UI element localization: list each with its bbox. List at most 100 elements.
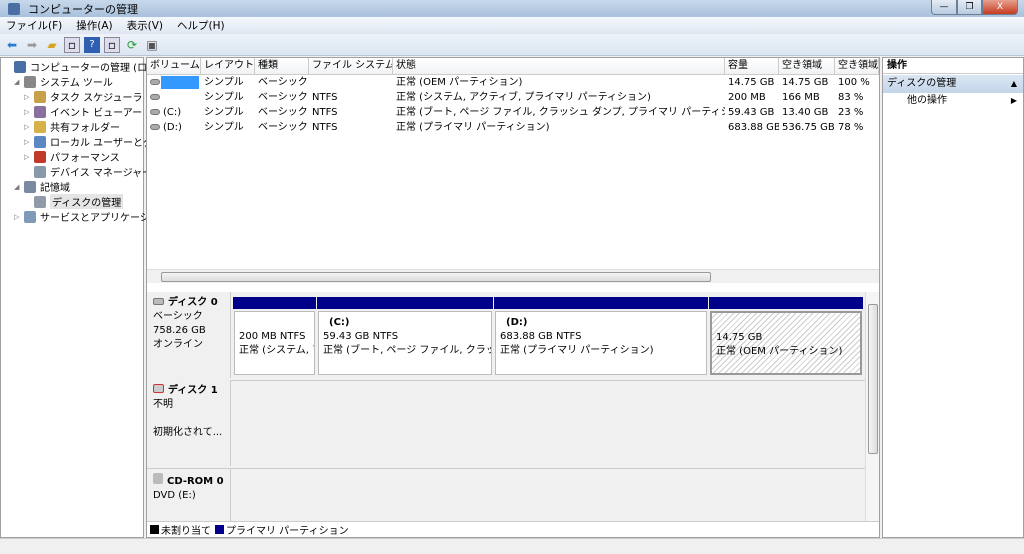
partition-type-bar — [317, 297, 493, 309]
partition-letter — [239, 317, 245, 328]
column-header[interactable]: 状態 — [393, 58, 725, 75]
partition-status: 正常 (OEM パーティション) — [716, 346, 843, 357]
tree-item[interactable]: ◢ 記憶域 — [14, 179, 70, 194]
tree-item-icon — [34, 120, 46, 133]
restore-button[interactable]: ❐ — [957, 0, 982, 15]
partition-letter: (C:) — [329, 317, 350, 328]
expand-arrow-icon[interactable]: ▷ — [24, 123, 34, 131]
horizontal-scrollbar[interactable] — [147, 269, 879, 283]
volume-cell: 59.43 GB — [728, 107, 775, 118]
close-button[interactable]: X — [982, 0, 1018, 15]
expand-arrow-icon[interactable]: ▷ — [14, 213, 24, 221]
properties-icon[interactable]: ▣ — [144, 37, 160, 53]
volume-cell: 200 MB — [728, 92, 766, 103]
tree-item[interactable]: コンピューターの管理 (ローカ — [4, 59, 167, 74]
volume-cell: 23 % — [838, 107, 864, 118]
tree-item[interactable]: ▷ ローカル ユーザーとグ — [24, 134, 153, 149]
tree-item[interactable]: ディスクの管理 — [24, 194, 124, 209]
volume-cell: ベーシック — [258, 77, 308, 88]
tree-item-icon — [34, 150, 46, 163]
partition-block[interactable]: (C:) 59.43 GB NTFS 正常 (ブート, ページ ファイル, クラッシ — [317, 297, 493, 375]
help-icon[interactable]: ? — [84, 36, 100, 53]
forward-icon[interactable]: ➡ — [24, 37, 40, 53]
actions-header: 操作 — [883, 58, 1023, 74]
expand-arrow-icon[interactable]: ◢ — [14, 183, 24, 191]
menu-view[interactable]: 表示(V) — [127, 18, 163, 33]
tree-item[interactable]: ▷ イベント ビューアー — [24, 104, 142, 119]
tree-item-label: デバイス マネージャー — [50, 168, 153, 179]
computer-management-icon — [8, 2, 20, 15]
tree-item[interactable]: ◢ システム ツール — [14, 74, 113, 89]
partition-block[interactable]: 200 MB NTFS 正常 (システム, ア — [233, 297, 316, 375]
partition-status: 正常 (ブート, ページ ファイル, クラッシ — [323, 345, 492, 356]
refresh-icon[interactable]: ⟳ — [124, 37, 140, 53]
expand-arrow-icon[interactable]: ▷ — [24, 93, 34, 101]
tree-item[interactable]: ▷ パフォーマンス — [24, 149, 120, 164]
expand-arrow-icon[interactable]: ▷ — [24, 108, 34, 116]
column-header[interactable]: ボリューム — [147, 58, 201, 75]
tree-item-icon — [34, 90, 46, 103]
primary-swatch — [215, 525, 224, 534]
volume-row[interactable]: (D:) シンプル ベーシック NTFS 正常 (プライマリ パーティション) 683.8… — [147, 120, 879, 135]
column-header[interactable]: 種類 — [255, 58, 309, 75]
volume-icon — [150, 79, 160, 85]
menu-action[interactable]: 操作(A) — [76, 18, 112, 33]
cdrom0-label[interactable]: CD-ROM 0 DVD (E:) — [147, 469, 231, 521]
volume-cell: 14.75 GB — [782, 77, 829, 88]
volume-cell — [309, 75, 393, 90]
collapse-icon[interactable]: ▲ — [1011, 75, 1017, 93]
tree-item[interactable]: ▷ 共有フォルダー — [24, 119, 120, 134]
column-header[interactable]: ファイル システム — [309, 58, 393, 75]
partition-letter — [716, 318, 722, 329]
volume-cell: ベーシック — [258, 122, 308, 133]
volume-cell: 536.75 GB — [782, 122, 835, 133]
column-header[interactable]: 容量 — [725, 58, 779, 75]
menu-file[interactable]: ファイル(F) — [6, 18, 62, 33]
tree-item[interactable]: デバイス マネージャー — [24, 164, 152, 179]
tree-item[interactable]: ▷ サービスとアプリケーショ — [14, 209, 160, 224]
scroll-thumb[interactable] — [161, 272, 711, 282]
volume-cell: 正常 (プライマリ パーティション) — [396, 122, 550, 133]
back-icon[interactable]: ⬅ — [4, 37, 20, 53]
column-header[interactable]: レイアウト — [201, 58, 255, 75]
partition-size: 14.75 GB — [716, 332, 763, 343]
volume-row[interactable]: (C:) シンプル ベーシック NTFS 正常 (ブート, ページ ファイル, クラッシ… — [147, 105, 879, 120]
tree-item-label: イベント ビューアー — [50, 108, 143, 119]
tree-item[interactable]: ▷ タスク スケジューラ — [24, 89, 142, 104]
minimize-button[interactable]: — — [931, 0, 957, 15]
other-actions-label: 他の操作 — [907, 95, 947, 106]
volume-row[interactable]: シンプル ベーシック 正常 (OEM パーティション) 14.75 GB 14.75 G… — [147, 75, 879, 90]
disk-type: DVD (E:) — [153, 490, 196, 501]
partition-block[interactable]: 14.75 GB 正常 (OEM パーティション) — [709, 297, 863, 375]
show-hide-tree-icon[interactable]: ▫ — [64, 36, 80, 53]
tree-item-label: サービスとアプリケーショ — [40, 213, 160, 224]
volume-cell: 78 % — [838, 122, 864, 133]
disk-name: CD-ROM 0 — [167, 476, 224, 487]
disk-unknown-icon — [153, 384, 164, 393]
volume-row[interactable]: シンプル ベーシック NTFS 正常 (システム, アクティブ, プライマリ パーティ… — [147, 90, 879, 105]
disk0-label[interactable]: ディスク 0 ベーシック 758.26 GB オンライン — [147, 292, 231, 378]
up-folder-icon[interactable]: ▰ — [44, 37, 60, 53]
tree-item-icon — [24, 75, 36, 88]
scroll-thumb[interactable] — [868, 304, 878, 454]
column-header[interactable]: 空き領域( — [835, 58, 879, 75]
expand-arrow-icon[interactable]: ▷ — [24, 153, 34, 161]
volume-cell: 683.88 GB — [728, 122, 779, 133]
show-hide-action-pane-icon[interactable]: ▫ — [104, 36, 120, 53]
disk1-label[interactable]: ディスク 1 不明 初期化されて... — [147, 380, 231, 466]
other-actions-item[interactable]: 他の操作 ▶ — [883, 93, 1023, 109]
volume-cell: 13.40 GB — [782, 107, 829, 118]
partition-block[interactable]: (D:) 683.88 GB NTFS 正常 (プライマリ パーティション) — [494, 297, 708, 375]
expand-arrow-icon[interactable]: ▷ — [24, 138, 34, 146]
tree-item-icon — [34, 165, 46, 178]
volume-name: (C:) — [163, 107, 182, 118]
volume-cell: 100 % — [838, 77, 870, 88]
vertical-scrollbar[interactable] — [865, 292, 879, 521]
column-header[interactable]: 空き領域 — [779, 58, 835, 75]
volume-cell: 14.75 GB — [728, 77, 775, 88]
menu-help[interactable]: ヘルプ(H) — [177, 18, 225, 33]
volume-cell: シンプル — [204, 77, 244, 88]
expand-arrow-icon[interactable]: ◢ — [14, 78, 24, 86]
toolbar: ⬅ ➡ ▰ ▫ ? ▫ ⟳ ▣ — [0, 34, 1024, 56]
actions-section-disk-management[interactable]: ディスクの管理 ▲ — [883, 75, 1023, 93]
